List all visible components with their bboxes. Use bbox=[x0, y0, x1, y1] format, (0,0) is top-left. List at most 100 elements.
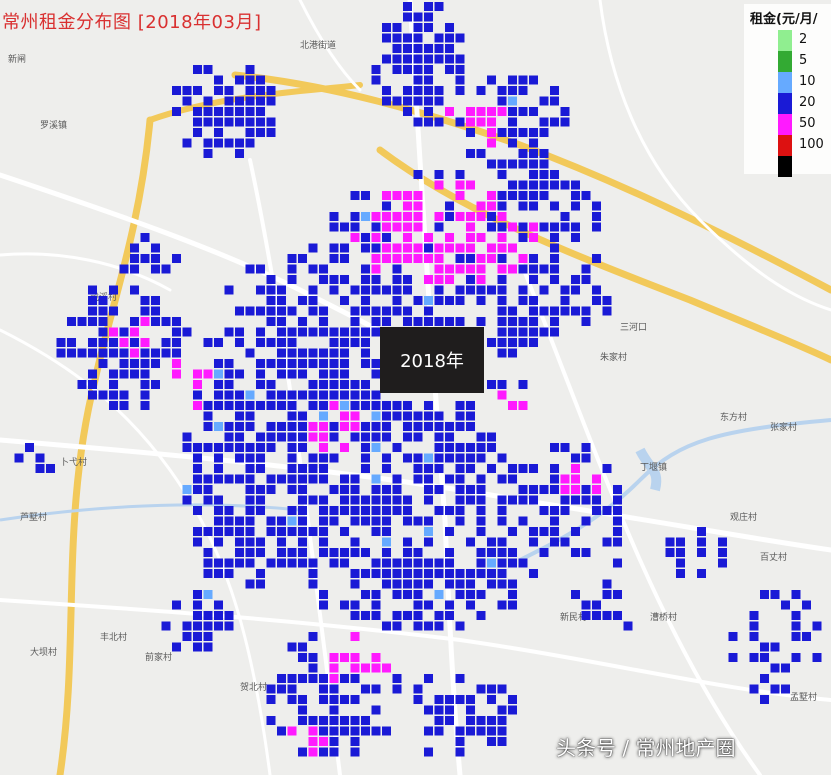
rent-cell bbox=[445, 264, 454, 274]
rent-cell bbox=[466, 422, 475, 431]
rent-cell bbox=[298, 537, 307, 547]
rent-cell bbox=[497, 537, 507, 547]
rent-cell bbox=[424, 107, 433, 116]
rent-cell bbox=[130, 317, 139, 326]
rent-cell bbox=[497, 684, 507, 694]
rent-cell bbox=[539, 506, 549, 515]
rent-cell bbox=[581, 548, 591, 557]
rent-cell bbox=[424, 12, 433, 22]
rent-cell bbox=[529, 527, 538, 536]
rent-cell bbox=[424, 411, 433, 421]
rent-cell bbox=[602, 537, 612, 547]
rent-cell bbox=[130, 369, 139, 379]
rent-cell bbox=[791, 653, 801, 662]
rent-cell bbox=[382, 33, 391, 43]
rent-cell bbox=[109, 390, 118, 400]
rent-cell bbox=[476, 558, 486, 568]
rent-cell bbox=[676, 537, 685, 547]
rent-cell bbox=[119, 401, 129, 410]
rent-cell bbox=[403, 54, 412, 64]
rent-cell bbox=[508, 86, 517, 95]
rent-cell bbox=[539, 191, 549, 200]
rent-cell bbox=[550, 537, 559, 547]
rent-cell bbox=[529, 75, 538, 85]
rent-cell bbox=[413, 590, 423, 599]
rent-cell bbox=[319, 726, 328, 736]
rent-cell bbox=[403, 65, 412, 74]
rent-cell bbox=[550, 117, 559, 127]
rent-cell bbox=[329, 663, 339, 673]
rent-cell bbox=[350, 548, 360, 557]
rent-cell bbox=[529, 191, 538, 200]
rent-cell bbox=[361, 359, 370, 368]
rent-cell bbox=[529, 569, 538, 578]
rent-cell bbox=[256, 264, 265, 274]
rent-cell bbox=[382, 191, 391, 200]
rent-cell bbox=[287, 411, 297, 421]
rent-cell bbox=[403, 453, 412, 463]
rent-cell bbox=[350, 569, 360, 578]
rent-cell bbox=[361, 716, 370, 725]
rent-cell bbox=[361, 684, 370, 694]
rent-cell bbox=[487, 159, 496, 169]
rent-cell bbox=[235, 558, 244, 568]
rent-cell bbox=[371, 317, 381, 326]
rent-cell bbox=[235, 117, 244, 127]
rent-cell bbox=[718, 548, 727, 557]
rent-cell bbox=[455, 411, 465, 421]
rent-cell bbox=[371, 401, 381, 410]
rent-cell bbox=[266, 516, 276, 526]
rent-cell bbox=[476, 527, 486, 536]
rent-cell bbox=[67, 338, 76, 347]
rent-cell bbox=[497, 506, 507, 515]
rent-cell bbox=[277, 327, 286, 337]
rent-cell bbox=[466, 233, 475, 242]
rent-cell bbox=[413, 212, 423, 221]
legend-label: 100 bbox=[799, 137, 824, 152]
rent-cell bbox=[466, 117, 475, 127]
rent-cell bbox=[613, 558, 622, 568]
rent-cell bbox=[277, 390, 286, 400]
rent-cell bbox=[581, 443, 591, 452]
rent-cell bbox=[193, 600, 202, 610]
rent-cell bbox=[371, 726, 381, 736]
rent-cell bbox=[277, 317, 286, 326]
rent-cell bbox=[550, 180, 559, 190]
rent-cell bbox=[581, 611, 591, 620]
rent-cell bbox=[445, 432, 454, 442]
rent-cell bbox=[718, 537, 727, 547]
rent-cell bbox=[329, 254, 339, 263]
rent-cell bbox=[392, 474, 402, 484]
rent-cell bbox=[371, 705, 381, 715]
rent-cell bbox=[88, 306, 97, 316]
rent-cell bbox=[508, 590, 517, 599]
rent-cell bbox=[413, 600, 423, 610]
rent-cell bbox=[235, 138, 244, 148]
rent-cell bbox=[172, 107, 181, 116]
rent-cell bbox=[371, 443, 381, 452]
rent-cell bbox=[413, 44, 423, 53]
rent-cell bbox=[550, 275, 559, 284]
rent-cell bbox=[760, 653, 769, 662]
rent-cell bbox=[298, 443, 307, 452]
rent-cell bbox=[235, 548, 244, 557]
rent-cell bbox=[371, 495, 381, 505]
rent-cell bbox=[329, 212, 339, 221]
rent-cell bbox=[508, 600, 517, 610]
rent-cell bbox=[424, 453, 433, 463]
rent-cell bbox=[529, 128, 538, 137]
rent-cell bbox=[182, 96, 192, 106]
rent-cell bbox=[350, 306, 360, 316]
rent-cell bbox=[770, 684, 780, 694]
rent-cell bbox=[539, 170, 549, 179]
rent-cell bbox=[266, 380, 276, 389]
rent-cell bbox=[56, 338, 66, 347]
rent-cell bbox=[413, 516, 423, 526]
rent-cell bbox=[161, 317, 171, 326]
rent-cell bbox=[214, 117, 223, 127]
rent-cell bbox=[392, 674, 402, 683]
rent-cell bbox=[308, 747, 318, 757]
rent-cell bbox=[245, 96, 255, 106]
rent-cell bbox=[193, 86, 202, 95]
rent-cell bbox=[455, 401, 465, 410]
